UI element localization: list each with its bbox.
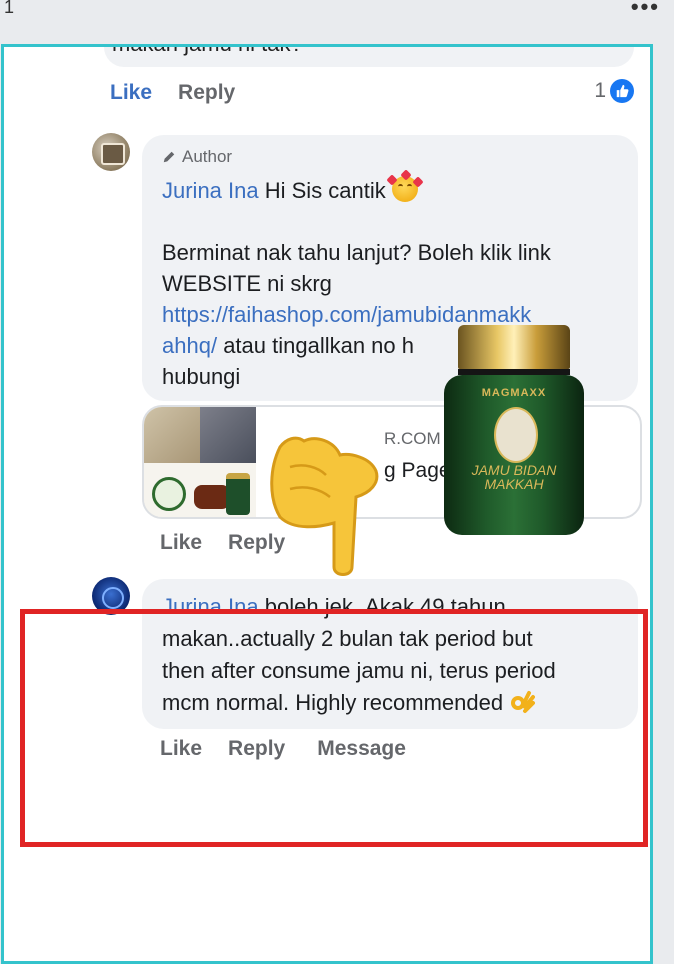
- thumbs-up-icon: [610, 79, 634, 103]
- comment-line: WEBSITE ni skrg: [162, 271, 332, 296]
- comment-line: Berminat nak tahu lanjut? Boleh klik lin…: [162, 240, 551, 265]
- link-preview-thumbnail: [144, 407, 256, 517]
- more-options-icon[interactable]: •••: [631, 0, 660, 20]
- author-label: Author: [182, 147, 233, 166]
- comment-line: hubungi: [162, 364, 241, 389]
- page-number: 1: [4, 0, 15, 17]
- link-preview-domain: R.COM: [384, 429, 441, 448]
- avatar[interactable]: [92, 133, 130, 171]
- comment-line: ahhq/ atau tingallkan no h: [162, 330, 414, 361]
- reaction-count[interactable]: 1: [594, 79, 634, 103]
- author-badge: Author: [162, 147, 232, 167]
- portrait-icon: [494, 407, 538, 463]
- like-button[interactable]: Like: [160, 531, 202, 555]
- product-jar-image: MAGMAXX JAMU BIDAN MAKKAH: [444, 325, 584, 535]
- comment-thread-frame: makan jamu ni tak? Like Reply 1 Author J…: [1, 44, 653, 964]
- previous-comment-text: makan jamu ni tak?: [112, 47, 303, 57]
- like-button[interactable]: Like: [110, 81, 152, 105]
- smiling-face-with-hearts-icon: [386, 169, 424, 202]
- product-name: JAMU BIDAN MAKKAH: [471, 462, 557, 492]
- pencil-icon: [163, 151, 175, 163]
- greeting-text: Hi Sis cantik: [264, 178, 386, 203]
- commenter-name[interactable]: Jurina Ina: [162, 178, 259, 203]
- pointing-down-hand-icon: [270, 436, 379, 576]
- highlight-box: [20, 609, 648, 847]
- link-text[interactable]: ahhq/: [162, 333, 217, 358]
- previous-comment-actions: Like Reply: [110, 81, 235, 105]
- product-brand: MAGMAXX: [481, 387, 547, 399]
- comment-line: Jurina Ina Hi Sis cantik: [162, 169, 424, 206]
- link-text[interactable]: https://faihashop.com/jamubidanmakk: [162, 302, 531, 327]
- reply-button[interactable]: Reply: [178, 81, 235, 105]
- reaction-count-value: 1: [594, 79, 606, 102]
- comment-text: atau tingallkan no h: [223, 333, 415, 358]
